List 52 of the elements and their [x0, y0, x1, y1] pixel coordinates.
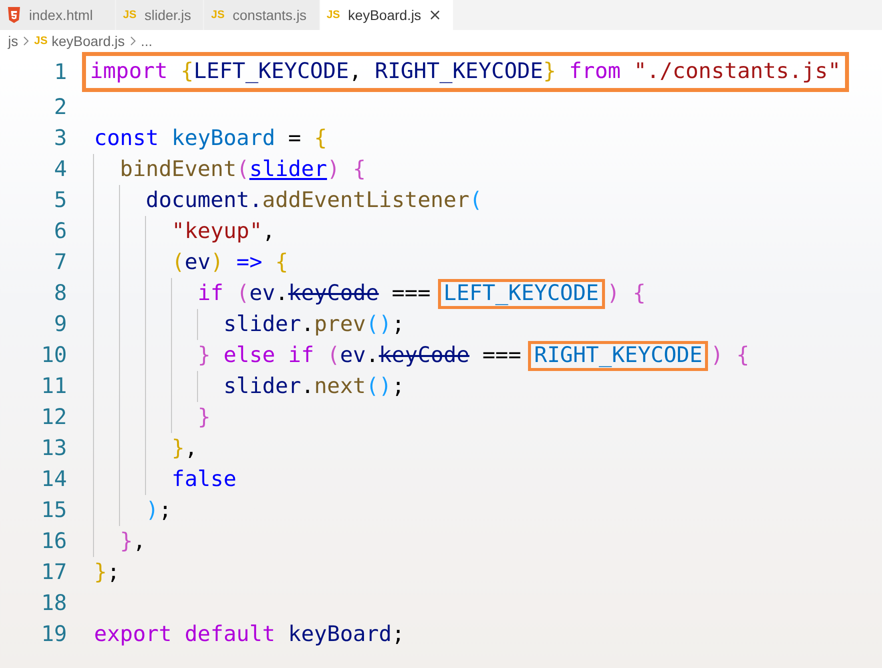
- js-file-icon: JS: [123, 9, 136, 21]
- line-number: 2: [53, 95, 67, 120]
- editor-tab[interactable]: JS keyBoard.js: [320, 0, 454, 30]
- line-number: 7: [53, 250, 67, 275]
- highlighted-code: RIGHT_KEYCODE: [528, 340, 708, 370]
- line-number: 12: [40, 405, 67, 430]
- code-text: slider.prev();: [94, 309, 405, 340]
- editor-tab[interactable]: JS constants.js: [204, 0, 319, 30]
- code-text: );: [94, 495, 172, 526]
- code-text: (ev) => {: [94, 247, 288, 278]
- line-number: 8: [53, 281, 67, 306]
- code-text: bindEvent(slider) {: [94, 154, 366, 185]
- editor-tab[interactable]: index.html: [0, 0, 115, 30]
- line-number: 15: [40, 498, 67, 523]
- js-file-icon: JS: [326, 9, 340, 21]
- code-text: },: [94, 433, 198, 464]
- chevron-icon: [22, 36, 30, 46]
- line-number: 3: [53, 126, 67, 151]
- line-number: 19: [40, 622, 67, 647]
- code-text: false: [94, 464, 236, 495]
- code-text: "keyup",: [94, 216, 276, 247]
- line-number: 17: [40, 560, 67, 585]
- line-number: 9: [53, 312, 67, 337]
- line-number: 4: [53, 157, 67, 182]
- breadcrumb-item[interactable]: js: [8, 33, 18, 49]
- js-file-icon: JS: [211, 9, 225, 21]
- code-text: ) {: [606, 280, 646, 308]
- line-number: 18: [40, 591, 67, 616]
- line-number: 16: [40, 529, 67, 554]
- breadcrumb-item[interactable]: ...: [140, 33, 152, 49]
- code-text: slider.next();: [94, 371, 405, 402]
- code-text: ) {: [710, 342, 750, 370]
- close-icon[interactable]: [429, 9, 442, 21]
- line-number: 6: [53, 219, 67, 244]
- html-file-icon: [7, 7, 21, 23]
- line-number: 5: [53, 188, 67, 213]
- code-text: export default keyBoard;: [94, 621, 405, 649]
- editor-tab[interactable]: JS slider.js: [116, 0, 204, 30]
- line-number: 1: [53, 60, 67, 84]
- code-text: },: [94, 526, 146, 557]
- chevron-icon: [128, 36, 137, 46]
- highlighted-code: LEFT_KEYCODE: [438, 278, 605, 308]
- line-number: 14: [40, 467, 67, 492]
- line-number: 11: [40, 374, 67, 399]
- code-text: const keyBoard = {: [94, 125, 328, 153]
- code-text: }: [94, 402, 211, 433]
- line-number: 10: [40, 343, 67, 368]
- code-text: document.addEventListener(: [94, 185, 482, 216]
- line-number: 13: [40, 436, 67, 461]
- code-text: };: [94, 559, 120, 587]
- breadcrumb-item[interactable]: keyBoard.js: [52, 33, 125, 49]
- js-file-icon: JS: [34, 35, 48, 47]
